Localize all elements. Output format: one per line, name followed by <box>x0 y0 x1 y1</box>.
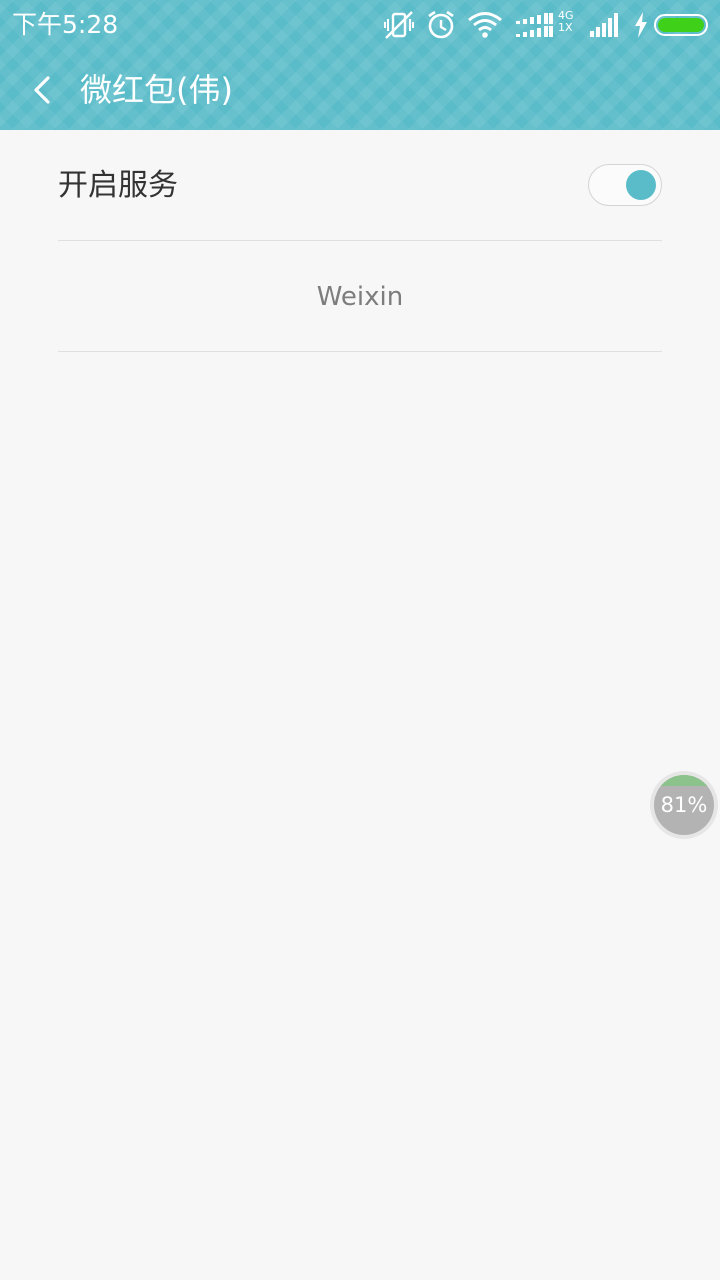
status-bar: 下午5:28 4G 1X <box>0 0 720 50</box>
list-item-weixin[interactable]: Weixin <box>58 241 662 352</box>
list-item-label: Weixin <box>316 282 404 312</box>
floating-ball-label: 81% <box>660 793 708 817</box>
network-type-bottom: 1X <box>558 21 573 34</box>
toggle-knob <box>626 170 656 200</box>
chevron-left-icon <box>34 76 50 104</box>
network-type-label: 4G 1X <box>558 10 574 34</box>
battery-icon <box>654 14 708 36</box>
app-header: 下午5:28 4G 1X 微红包(伟) <box>0 0 720 130</box>
floating-memory-ball[interactable]: 81% <box>650 771 718 839</box>
charging-icon <box>635 12 647 38</box>
back-button[interactable] <box>26 72 62 108</box>
status-time: 下午5:28 <box>12 10 119 39</box>
service-toggle[interactable] <box>588 164 662 206</box>
vibrate-off-icon <box>384 11 414 39</box>
alarm-icon <box>428 10 454 39</box>
service-label: 开启服务 <box>58 168 178 203</box>
dual-signal-icon <box>516 13 553 37</box>
page-title: 微红包(伟) <box>80 71 233 109</box>
battery-fill <box>658 18 704 32</box>
wifi-icon <box>468 12 502 38</box>
floating-ball-body: 81% <box>654 775 714 835</box>
service-row: 开启服务 <box>58 130 662 241</box>
signal-icon <box>590 13 618 37</box>
